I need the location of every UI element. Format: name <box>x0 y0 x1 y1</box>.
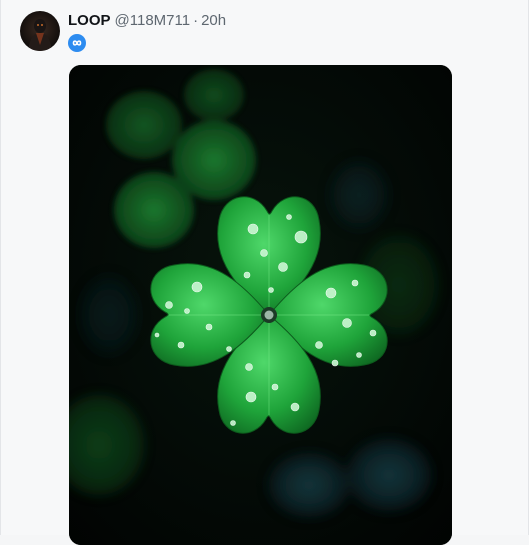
post-card: LOOP @118M711 · 20h <box>0 0 529 545</box>
author-avatar[interactable] <box>20 11 60 51</box>
infinity-icon <box>68 34 86 52</box>
four-leaf-clover-photo <box>69 65 452 545</box>
author-name[interactable]: LOOP <box>68 12 111 29</box>
separator-dot: · <box>193 12 199 29</box>
post-header: LOOP @118M711 · 20h <box>68 12 226 32</box>
post-media-image[interactable] <box>69 65 452 545</box>
avatar-image <box>20 11 60 51</box>
post-timestamp[interactable]: 20h <box>201 12 226 29</box>
author-handle[interactable]: @118M711 <box>115 12 191 29</box>
